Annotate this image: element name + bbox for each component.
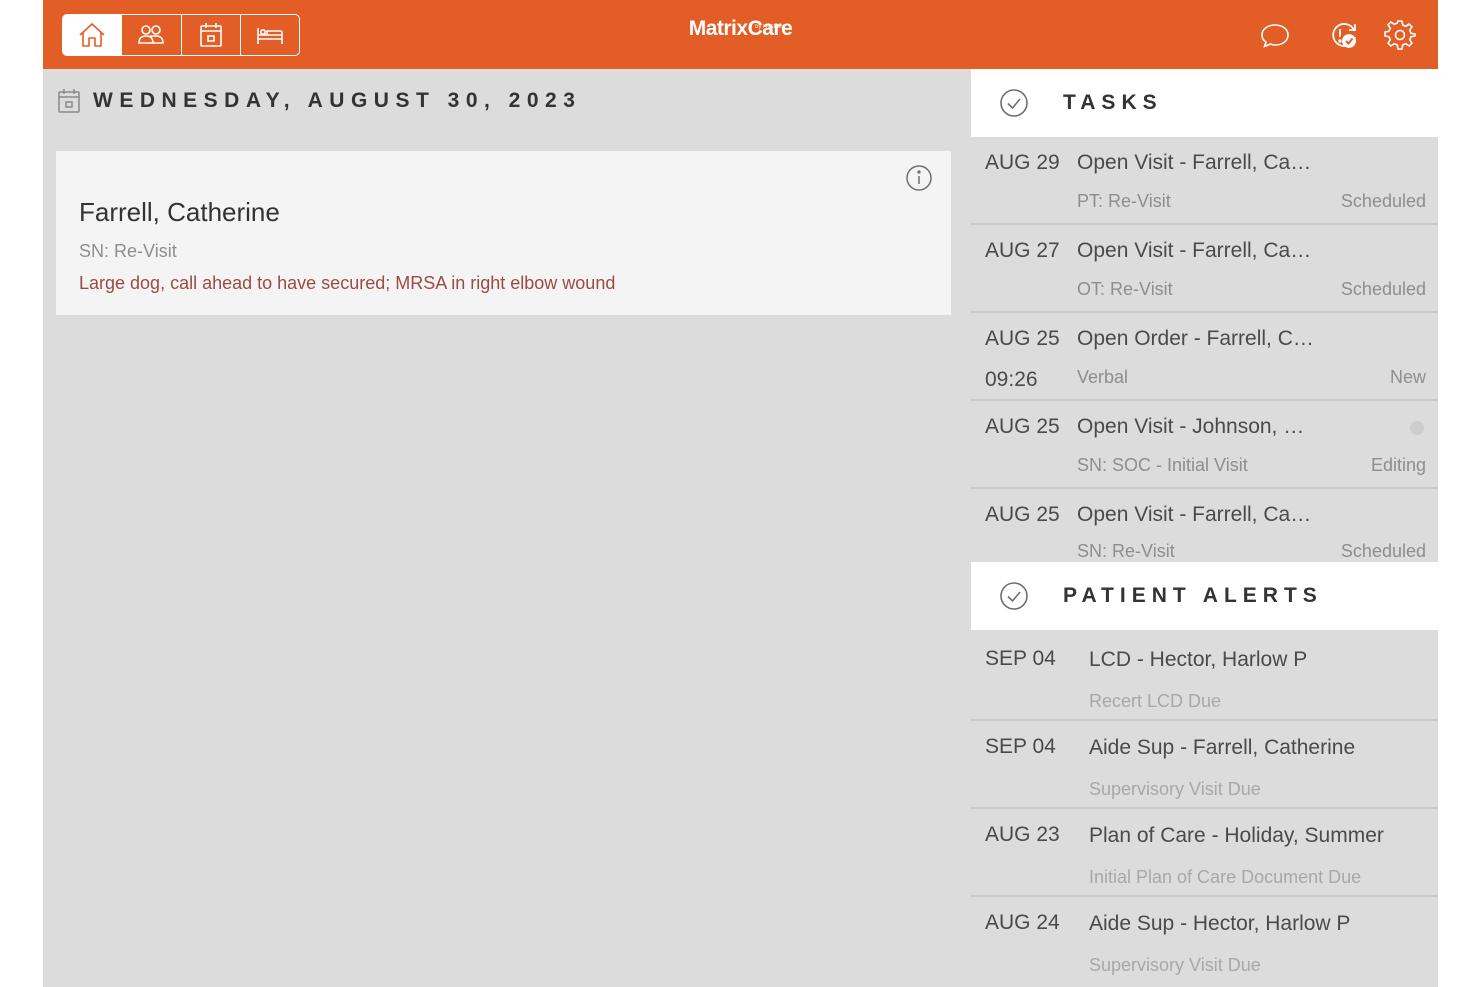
alert-title: Plan of Care - Holiday, Summer	[1089, 824, 1384, 847]
task-status: Scheduled	[1340, 191, 1426, 211]
alert-subtitle: Initial Plan of Care Document Due	[1089, 867, 1362, 887]
alert-date: SEP 04	[985, 735, 1056, 758]
app-window: MatrixCare by ResMed WEDNESDAY, AUGUST 3…	[43, 0, 1438, 987]
task-subtitle: SN: SOC - Initial Visit	[1077, 455, 1248, 475]
alert-item[interactable]: AUG 23 Plan of Care - Holiday, Summer In…	[971, 809, 1438, 897]
status-dot	[1410, 421, 1424, 435]
task-date: AUG 25	[985, 327, 1060, 350]
task-item[interactable]: AUG 25 Open Visit - Farrell, Catherine S…	[971, 491, 1438, 563]
messages-button[interactable]	[1258, 18, 1292, 52]
schedule-date-header: WEDNESDAY, AUGUST 30, 2023	[57, 88, 581, 114]
visit-alert-note: Large dog, call ahead to have secured; M…	[79, 273, 616, 293]
tasks-title: TASKS	[1063, 91, 1163, 114]
alert-item[interactable]: AUG 24 Aide Sup - Hector, Harlow P Super…	[971, 897, 1438, 985]
task-subtitle: PT: Re-Visit	[1077, 191, 1171, 211]
check-circle-icon	[1000, 89, 1028, 117]
tasks-header[interactable]: TASKS	[971, 69, 1438, 137]
task-item[interactable]: AUG 27 Open Visit - Farrell, Catherine O…	[971, 227, 1438, 313]
top-bar: MatrixCare by ResMed	[43, 0, 1438, 69]
visit-type: SN: Re-Visit	[79, 241, 177, 261]
alert-subtitle: Recert LCD Due	[1089, 691, 1222, 711]
right-panel: TASKS AUG 29 Open Visit - Farrell, Cathe…	[971, 69, 1438, 987]
task-date: AUG 29	[985, 151, 1060, 174]
sync-icon	[1332, 23, 1356, 48]
task-title: Open Visit - Farrell, Catherine	[1077, 239, 1317, 262]
schedule-date: WEDNESDAY, AUGUST 30, 2023	[93, 89, 582, 112]
task-subtitle: Verbal	[1077, 367, 1129, 387]
task-title: Open Visit - Farrell, Catherine	[1077, 503, 1317, 526]
brand-logo: MatrixCare	[43, 17, 1438, 41]
gear-icon	[1384, 20, 1416, 50]
task-title: Open Visit - Johnson, Robert	[1077, 415, 1317, 438]
alert-date: SEP 04	[985, 647, 1056, 670]
info-icon[interactable]	[905, 164, 933, 192]
task-status: New	[1389, 367, 1426, 387]
alert-title: Aide Sup - Hector, Harlow P	[1089, 912, 1351, 935]
alert-item[interactable]: SEP 04 LCD - Hector, Harlow P Recert LCD…	[971, 633, 1438, 721]
task-item[interactable]: AUG 29 Open Visit - Farrell, Catherine P…	[971, 139, 1438, 225]
task-item[interactable]: AUG 25 09:26 Open Order - Farrell, Cathe…	[971, 315, 1438, 401]
task-date: AUG 27	[985, 239, 1060, 262]
alert-subtitle: Supervisory Visit Due	[1089, 779, 1261, 799]
task-time: 09:26	[985, 368, 1038, 391]
task-date: AUG 25	[985, 415, 1060, 438]
alert-item[interactable]: SEP 04 Aide Sup - Farrell, Catherine Sup…	[971, 721, 1438, 809]
task-subtitle: OT: Re-Visit	[1077, 279, 1173, 299]
task-title: Open Order - Farrell, Catherine	[1077, 327, 1317, 350]
check-circle-icon	[1000, 582, 1028, 610]
visit-patient-name: Farrell, Catherine	[79, 197, 280, 227]
task-status: Scheduled	[1340, 279, 1426, 299]
calendar-icon	[58, 89, 80, 113]
alert-subtitle: Supervisory Visit Due	[1089, 955, 1261, 975]
task-status: Editing	[1370, 455, 1426, 475]
task-date: AUG 25	[985, 503, 1060, 526]
alert-title: LCD - Hector, Harlow P	[1089, 648, 1308, 671]
brand-sub: by ResMed	[755, 24, 786, 30]
alert-title: Aide Sup - Farrell, Catherine	[1089, 736, 1356, 759]
alert-date: AUG 24	[985, 911, 1060, 934]
sync-button[interactable]	[1327, 18, 1361, 52]
settings-button[interactable]	[1383, 18, 1417, 52]
alert-date: AUG 23	[985, 823, 1060, 846]
task-subtitle: SN: Re-Visit	[1077, 541, 1175, 561]
task-item[interactable]: AUG 25 Open Visit - Johnson, Robert SN: …	[971, 403, 1438, 489]
task-status: Scheduled	[1340, 541, 1426, 561]
patient-alerts-title: PATIENT ALERTS	[1063, 584, 1323, 607]
patient-alerts-header[interactable]: PATIENT ALERTS	[971, 562, 1438, 630]
visit-card[interactable]: Farrell, Catherine SN: Re-Visit Large do…	[56, 151, 951, 315]
task-title: Open Visit - Farrell, Catherine	[1077, 151, 1317, 174]
chat-icon	[1261, 24, 1289, 48]
